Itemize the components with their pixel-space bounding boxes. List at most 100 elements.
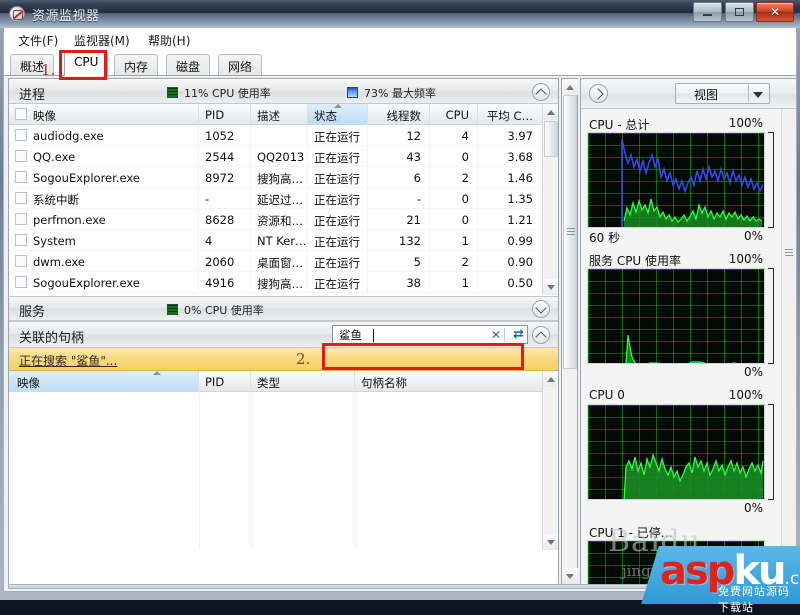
cell-image: System xyxy=(9,230,199,251)
row-checkbox[interactable] xyxy=(15,255,27,267)
col-description[interactable]: 描述 xyxy=(251,104,308,125)
graph-service-cpu-max: 100% xyxy=(728,252,763,266)
tab-cpu[interactable]: CPU xyxy=(64,51,109,76)
services-section-header[interactable]: 服务 0% CPU 使用率 xyxy=(9,296,558,321)
cell-cpu: 2 xyxy=(430,251,478,272)
search-separator xyxy=(504,328,505,342)
text-caret xyxy=(373,329,374,342)
outer-scroll-down-icon[interactable] xyxy=(562,568,578,584)
row-checkbox[interactable] xyxy=(15,129,27,141)
handles-collapse-icon[interactable] xyxy=(532,326,550,344)
menu-monitor[interactable]: 监视器(M) xyxy=(70,31,134,50)
handles-col-type[interactable]: 类型 xyxy=(251,371,355,392)
graph-cpu-1-title: CPU 1 - 已停… xyxy=(589,526,673,540)
col-image[interactable]: 映像 xyxy=(9,104,199,125)
max-frequency-swatch xyxy=(347,87,358,98)
handles-col-pid[interactable]: PID xyxy=(199,371,251,392)
outer-scroll-thumb[interactable] xyxy=(563,95,577,369)
cell-desc: 搜狗高… xyxy=(251,167,308,188)
handles-col-image[interactable]: 映像 xyxy=(9,371,199,392)
col-status[interactable]: 状态 xyxy=(308,104,368,125)
row-checkbox[interactable] xyxy=(15,213,27,225)
cell-text: QQ.exe xyxy=(33,150,76,164)
table-row[interactable]: QQ.exe 2544 QQ2013 正在运行 43 0 3.68 xyxy=(9,146,558,167)
table-row[interactable]: SogouExplorer.exe 8972 搜狗高… 正在运行 6 2 1.46 xyxy=(9,167,558,188)
cell-text: audiodg.exe xyxy=(33,129,104,143)
tab-network[interactable]: 网络 xyxy=(218,54,263,76)
menu-help[interactable]: 帮助(H) xyxy=(144,31,194,50)
handles-table-body xyxy=(9,392,558,550)
processes-section-header[interactable]: 进程 11% CPU 使用率 73% 最大频率 xyxy=(9,79,558,104)
processes-scrollbar[interactable] xyxy=(542,104,558,295)
row-checkbox[interactable] xyxy=(15,192,27,204)
cell-threads: 12 xyxy=(368,125,430,146)
close-button[interactable]: ✕ xyxy=(756,2,794,22)
tab-disk[interactable]: 磁盘 xyxy=(166,54,211,76)
cell-avg: 3.97 xyxy=(507,129,533,143)
cell-threads: 21 xyxy=(368,209,430,230)
handles-col-name[interactable]: 句柄名称 xyxy=(355,371,541,392)
cell-cpu: 0 xyxy=(430,146,478,167)
cpu-usage-stat: 11% CPU 使用率 xyxy=(184,87,271,100)
col-threads[interactable]: 线程数 xyxy=(368,104,430,125)
select-all-checkbox[interactable] xyxy=(15,108,27,120)
graph-1-bracket xyxy=(768,132,774,228)
cell-threads: 6 xyxy=(368,167,430,188)
cell-text: perfmon.exe xyxy=(33,213,106,227)
table-row[interactable]: dwm.exe 2060 桌面窗… 正在运行 5 2 0.90 xyxy=(9,251,558,272)
col-pid[interactable]: PID xyxy=(199,104,251,125)
cell-text: dwm.exe xyxy=(33,255,85,269)
search-refresh-icon[interactable]: ⇄ xyxy=(513,328,524,342)
graph-service-cpu-labels: 服务 CPU 使用率 100% xyxy=(587,251,765,268)
graph-cpu-total: CPU - 总计 100% 60 秒 0% xyxy=(587,115,765,245)
maximize-button[interactable] xyxy=(725,2,754,22)
handle-search-box[interactable]: ✕ ⇄ xyxy=(332,325,528,344)
row-checkbox[interactable] xyxy=(15,150,27,162)
clear-x-icon[interactable]: ✕ xyxy=(491,328,501,342)
scroll-down-icon[interactable] xyxy=(543,279,558,295)
graph-cpu-0-min: 0% xyxy=(743,501,763,515)
cell-cpu: 0 xyxy=(430,209,478,230)
row-checkbox[interactable] xyxy=(15,276,27,288)
graph-panel-scrollbar[interactable] xyxy=(781,109,796,584)
table-row[interactable]: 系统中断 - 延迟过… 正在运行 -0 1.35 xyxy=(9,188,558,209)
table-row[interactable]: perfmon.exe 8628 资源和… 正在运行 21 0 1.21 xyxy=(9,209,558,230)
processes-collapse-icon[interactable] xyxy=(532,83,550,101)
handles-scroll-down-icon[interactable] xyxy=(543,534,558,550)
table-row[interactable]: audiodg.exe 1052 正在运行 12 4 3.97 xyxy=(9,125,558,146)
service-cpu-line xyxy=(625,334,738,363)
tab-memory[interactable]: 内存 xyxy=(114,54,159,76)
table-row[interactable]: System 4 NT Ker… 正在运行 132 1 0.99 xyxy=(9,230,558,251)
graph-cpu-1-labels: CPU 1 - 已停… xyxy=(587,523,765,540)
row-checkbox[interactable] xyxy=(15,234,27,246)
cell-avg: 0.99 xyxy=(507,234,533,248)
services-expand-icon[interactable] xyxy=(532,300,550,318)
cell-threads: - xyxy=(368,188,430,209)
table-row[interactable]: SogouExplorer.exe 4916 搜狗高… 正在运行 38 1 0.50 xyxy=(9,272,558,293)
handles-section-header[interactable]: 关联的句柄 ✕ ⇄ xyxy=(9,321,558,348)
graph-3-bracket xyxy=(768,404,774,500)
row-checkbox[interactable] xyxy=(15,171,27,183)
service-cpu-area xyxy=(626,335,734,363)
chevron-right-icon[interactable] xyxy=(589,84,608,103)
graph-scroll-thumb[interactable] xyxy=(782,109,796,399)
left-panel-scrollbar[interactable] xyxy=(561,78,578,585)
graph-service-cpu-footer: 0% xyxy=(587,364,765,381)
cell-pid: 1052 xyxy=(199,125,251,146)
outer-scroll-up-icon[interactable] xyxy=(562,79,578,95)
handles-scrollbar[interactable] xyxy=(542,371,558,550)
col-cpu[interactable]: CPU xyxy=(430,104,478,125)
graph-cpu-total-title: CPU - 总计 xyxy=(589,118,650,132)
handle-search-input[interactable] xyxy=(337,327,465,342)
graph-cpu-0-canvas xyxy=(587,404,765,500)
scroll-up-icon[interactable] xyxy=(543,104,558,120)
handles-scroll-up-icon[interactable] xyxy=(543,371,558,387)
cell-desc: 资源和… xyxy=(251,209,308,230)
view-dropdown-button[interactable]: 视图 xyxy=(675,83,770,104)
menu-file[interactable]: 文件(F) xyxy=(14,31,62,50)
col-average-cpu[interactable]: 平均 C… xyxy=(478,104,541,125)
processes-scroll-thumb[interactable] xyxy=(544,121,558,157)
minimize-button[interactable] xyxy=(693,2,722,22)
left-detail-panel: 进程 11% CPU 使用率 73% 最大频率 映像 PID 描述 状态 线程数… xyxy=(8,78,559,585)
cell-desc: 延迟过… xyxy=(251,188,308,209)
